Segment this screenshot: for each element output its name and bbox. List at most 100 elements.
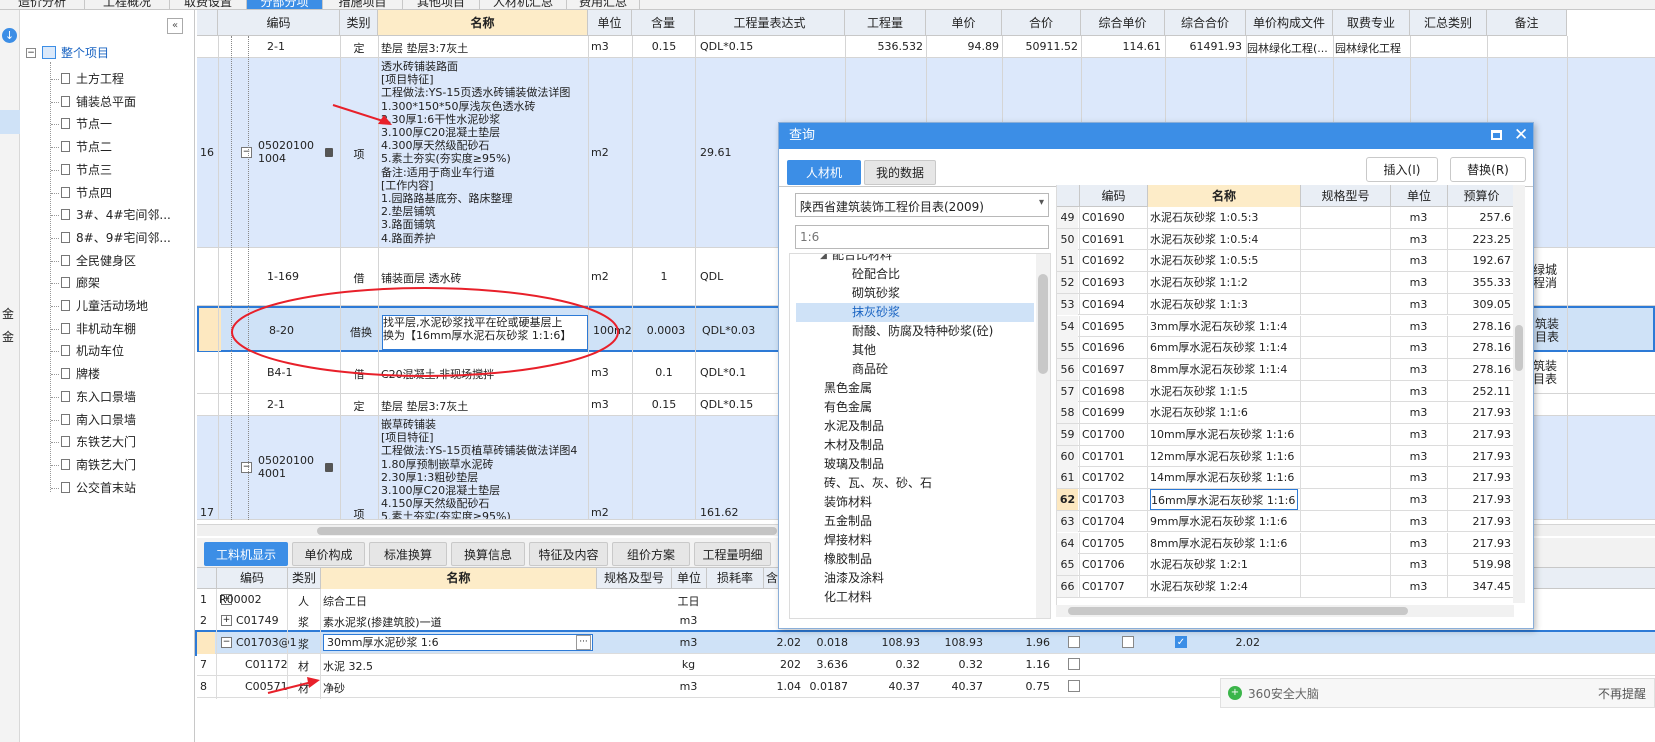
category-tree-node[interactable]: 玻璃及制品: [824, 455, 884, 474]
material-row[interactable]: 57 C01698 水泥石灰砂浆 1:1:5 m3 252.11: [1057, 380, 1515, 403]
expand-arrow-icon[interactable]: ◢: [820, 254, 827, 266]
material-row[interactable]: 60 C01701 12mm厚水泥石灰砂浆 1:1:6 m3 217.93: [1057, 445, 1515, 468]
material-header-4[interactable]: 单位: [1390, 185, 1447, 207]
material-row-number: 56: [1057, 358, 1078, 380]
category-tree-node[interactable]: 水泥及制品: [824, 417, 884, 436]
category-tree-node[interactable]: 其他: [852, 341, 876, 360]
material-col-line: [1300, 424, 1301, 446]
material-col-line: [1390, 489, 1391, 511]
material-row[interactable]: 62 C01703 16mm厚水泥石灰砂浆 1:1:6 m3 217.93: [1057, 489, 1515, 511]
material-table: 编码 名称 规格型号 单位 预算价 49 C01690 水泥石灰砂浆 1:0.5:3 m3 257…: [1056, 185, 1526, 605]
material-name: 9mm厚水泥石灰砂浆 1:1:6: [1150, 514, 1288, 528]
shield-icon: +: [1228, 686, 1242, 700]
dismiss-link[interactable]: 不再提醒: [1598, 685, 1646, 702]
material-col-line: [1447, 489, 1448, 511]
category-tree-node[interactable]: 黑色金属: [824, 379, 872, 398]
category-tree-node[interactable]: 砖、瓦、灰、砂、石: [824, 474, 932, 493]
material-name: 水泥石灰砂浆 1:1:5: [1150, 384, 1248, 398]
material-row[interactable]: 65 C01706 水泥石灰砂浆 1:2:1 m3 519.98: [1057, 554, 1515, 576]
material-row[interactable]: 59 C01700 10mm厚水泥石灰砂浆 1:1:6 m3 217.93: [1057, 424, 1515, 446]
material-unit: m3: [1409, 428, 1428, 441]
material-col-line: [1447, 272, 1448, 294]
material-row[interactable]: 49 C01690 水泥石灰砂浆 1:0.5:3 m3 257.6: [1057, 207, 1515, 229]
material-vscrollbar[interactable]: [1513, 185, 1525, 603]
material-col-line: [1300, 532, 1301, 555]
material-name: 水泥石灰砂浆 1:0.5:3: [1150, 211, 1259, 224]
material-code: C01699: [1082, 406, 1125, 420]
material-name: 水泥石灰砂浆 1:0.5:4: [1150, 232, 1259, 246]
material-row[interactable]: 58 C01699 水泥石灰砂浆 1:1:6 m3 217.93: [1057, 402, 1515, 424]
material-unit: m3: [1409, 514, 1428, 528]
material-header-3[interactable]: 规格型号: [1300, 185, 1390, 207]
material-row[interactable]: 66 C01707 水泥石灰砂浆 1:2:4 m3 347.45: [1057, 575, 1515, 598]
material-row[interactable]: 51 C01692 水泥石灰砂浆 1:0.5:5 m3 192.67: [1057, 250, 1515, 273]
material-unit: m3: [1409, 579, 1428, 593]
material-row[interactable]: 52 C01693 水泥石灰砂浆 1:1:2 m3 355.33: [1057, 272, 1515, 294]
material-col-line: [1390, 467, 1391, 490]
insert-button[interactable]: 插入(I): [1366, 157, 1438, 182]
material-row[interactable]: 50 C01691 水泥石灰砂浆 1:0.5:4 m3 223.25: [1057, 228, 1515, 251]
material-col-line: [1390, 228, 1391, 251]
library-select-value: 陕西省建筑装饰工程价目表(2009): [800, 200, 984, 214]
category-tree-node[interactable]: 木材及制品: [824, 436, 884, 455]
material-col-line: [1079, 554, 1080, 576]
material-row-number: 52: [1057, 272, 1078, 294]
tab-my-data[interactable]: 我的数据: [864, 160, 936, 185]
material-name: 8mm厚水泥石灰砂浆 1:1:6: [1150, 536, 1288, 550]
material-row-number: 65: [1057, 554, 1078, 576]
tab-materials[interactable]: 人材机: [787, 160, 861, 185]
category-tree-node[interactable]: 五金制品: [824, 512, 872, 531]
material-name: 水泥石灰砂浆 1:1:6: [1150, 406, 1248, 420]
library-select[interactable]: 陕西省建筑装饰工程价目表(2009) ▾: [795, 193, 1049, 217]
material-col-line: [1390, 380, 1391, 403]
category-tree-node[interactable]: 有色金属: [824, 398, 872, 417]
category-tree-node[interactable]: 耐酸、防腐及特种砂浆(砼): [852, 322, 993, 341]
category-tree-node[interactable]: 橡胶制品: [824, 550, 872, 569]
material-col-line: [1447, 293, 1448, 316]
category-tree-node[interactable]: 砌筑砂浆: [852, 284, 900, 303]
material-col-line: [1147, 424, 1148, 446]
material-col-line: [1300, 402, 1301, 424]
material-row[interactable]: 53 C01694 水泥石灰砂浆 1:1:3 m3 309.05: [1057, 293, 1515, 316]
material-col-line: [1300, 250, 1301, 273]
maximize-icon[interactable]: [1491, 130, 1502, 140]
category-tree-node[interactable]: 砼配合比: [852, 265, 900, 284]
material-row[interactable]: 55 C01696 6mm厚水泥石灰砂浆 1:1:4 m3 278.16: [1057, 337, 1515, 359]
material-scroll-thumb[interactable]: [1515, 325, 1523, 371]
material-price: 257.6: [1479, 211, 1512, 224]
material-header-2[interactable]: 名称: [1147, 185, 1300, 207]
material-price: 278.16: [1472, 319, 1512, 333]
category-tree-node[interactable]: 配合比材料: [832, 254, 892, 265]
material-col-line: [1390, 250, 1391, 273]
category-tree-node[interactable]: 油漆及涂料: [824, 569, 884, 588]
material-row[interactable]: 64 C01705 8mm厚水泥石灰砂浆 1:1:6 m3 217.93: [1057, 532, 1515, 555]
category-tree-node[interactable]: 抹灰砂浆: [796, 303, 1034, 322]
search-input[interactable]: [795, 225, 1049, 249]
material-row[interactable]: 61 C01702 14mm厚水泥石灰砂浆 1:1:6 m3 217.93: [1057, 467, 1515, 490]
category-tree: 配合比材料 ◢ 砼配合比 砌筑砂浆 抹灰砂浆 耐酸、防腐及特种砂浆(砼) 其他 商品砼 黑色金属…: [789, 253, 1051, 619]
material-row[interactable]: 54 C01695 3mm厚水泥石灰砂浆 1:1:4 m3 278.16: [1057, 315, 1515, 338]
material-row[interactable]: 63 C01704 9mm厚水泥石灰砂浆 1:1:6 m3 217.93: [1057, 510, 1515, 533]
category-tree-node[interactable]: 装饰材料: [824, 493, 872, 512]
material-col-line: [1447, 532, 1448, 555]
material-name: 水泥石灰砂浆 1:1:2: [1150, 276, 1248, 290]
category-tree-node[interactable]: 商品砼: [852, 360, 888, 379]
material-col-line: [1300, 445, 1301, 468]
material-row[interactable]: 56 C01697 8mm厚水泥石灰砂浆 1:1:4 m3 278.16: [1057, 358, 1515, 381]
material-code: C01706: [1082, 558, 1125, 572]
tree-vscrollbar[interactable]: [1036, 254, 1050, 618]
material-code: C01693: [1082, 276, 1125, 290]
material-header-5[interactable]: 预算价: [1447, 185, 1515, 207]
material-header-1[interactable]: 编码: [1079, 185, 1147, 207]
close-icon[interactable]: ✕: [1514, 125, 1528, 145]
material-col-line: [1079, 380, 1080, 403]
material-hscroll-thumb[interactable]: [1068, 607, 1408, 615]
material-code: C01705: [1082, 536, 1125, 550]
material-col-line: [1300, 380, 1301, 403]
material-hscrollbar[interactable]: [1056, 605, 1514, 617]
tree-scroll-thumb[interactable]: [1038, 274, 1048, 374]
category-tree-node[interactable]: 化工材料: [824, 588, 872, 607]
material-row-number: 63: [1057, 510, 1078, 532]
category-tree-node[interactable]: 焊接材料: [824, 531, 872, 550]
replace-button[interactable]: 替换(R): [1450, 157, 1526, 182]
